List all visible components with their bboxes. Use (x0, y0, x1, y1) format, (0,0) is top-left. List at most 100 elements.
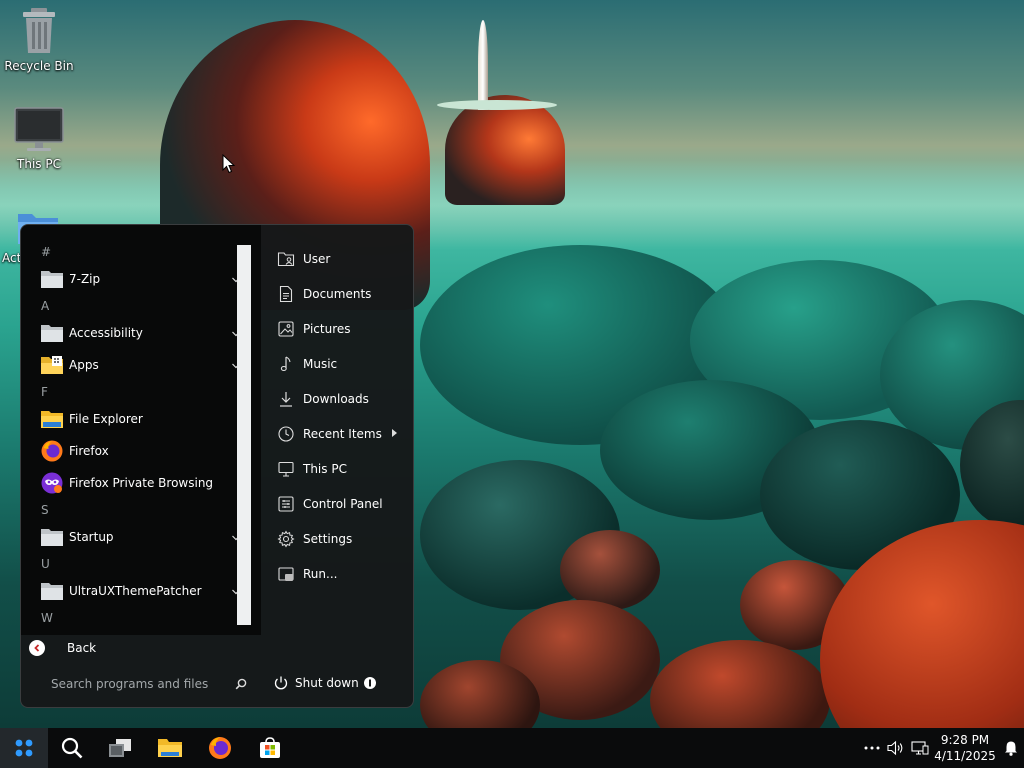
program-group-letter[interactable]: F (21, 381, 251, 403)
download-icon (275, 388, 297, 410)
program-item-file-explorer[interactable]: File Explorer (21, 403, 251, 435)
task-view-icon (109, 739, 131, 757)
gear-icon (275, 528, 297, 550)
place-label: Control Panel (303, 496, 383, 511)
back-arrow-icon (29, 640, 45, 656)
folder-icon (39, 578, 65, 604)
place-label: Music (303, 356, 338, 371)
taskbar-firefox[interactable] (196, 728, 244, 768)
program-item-accessibility[interactable]: Accessibility (21, 317, 251, 349)
folder-icon (39, 266, 65, 292)
desktop-icon-this-pc[interactable]: This PC (1, 106, 77, 171)
program-item-firefox[interactable]: Firefox (21, 435, 251, 467)
shutdown-button[interactable]: Shut down (273, 671, 359, 695)
program-label: Accessibility (69, 326, 143, 340)
start-button[interactable] (0, 728, 48, 768)
taskbar-search-button[interactable] (48, 728, 96, 768)
store-icon (260, 737, 280, 758)
program-label: 7-Zip (69, 272, 101, 286)
file-explorer-icon (158, 739, 182, 757)
search-input[interactable] (51, 677, 233, 691)
search-icon (61, 737, 83, 759)
place-item-run[interactable]: Run... (271, 556, 413, 591)
back-button[interactable]: Back (29, 635, 96, 661)
file-explorer-icon (39, 406, 65, 432)
place-item-downloads[interactable]: Downloads (271, 381, 413, 416)
system-tray: 9:28 PM 4/11/2025 (860, 728, 1024, 768)
place-item-documents[interactable]: Documents (271, 276, 413, 311)
program-group-letter[interactable]: S (21, 499, 251, 521)
speaker-icon (887, 740, 903, 756)
place-label: Pictures (303, 321, 351, 336)
place-item-recent-items[interactable]: Recent Items (271, 416, 413, 451)
bell-icon (1005, 741, 1017, 756)
program-item-apps[interactable]: Apps (21, 349, 251, 381)
notifications-button[interactable] (998, 728, 1024, 768)
picture-icon (275, 318, 297, 340)
network-button[interactable] (908, 728, 932, 768)
power-icon (274, 676, 288, 690)
place-label: User (303, 251, 331, 266)
network-icon (911, 741, 929, 755)
back-label: Back (67, 641, 97, 655)
folder-icon (39, 524, 65, 550)
place-item-music[interactable]: Music (271, 346, 413, 381)
place-label: Recent Items (303, 426, 382, 441)
taskbar-file-explorer[interactable] (146, 728, 194, 768)
program-label: Firefox Private Browsing (69, 476, 214, 490)
places-list: User Documents Pictures Music Downloads Recen… (271, 241, 413, 591)
document-icon (275, 283, 297, 305)
task-view-button[interactable] (96, 728, 144, 768)
place-label: This PC (303, 461, 347, 476)
more-dots-icon (864, 746, 880, 750)
taskbar: 9:28 PM 4/11/2025 (0, 728, 1024, 768)
program-group-letter[interactable]: W (21, 607, 251, 629)
volume-button[interactable] (884, 728, 908, 768)
desktop-icon-label: Recycle Bin (4, 59, 74, 73)
control-panel-icon (275, 493, 297, 515)
program-label: Startup (69, 530, 114, 544)
program-label: Firefox (69, 444, 109, 458)
place-item-user[interactable]: User (271, 241, 413, 276)
program-list-scrollbar[interactable] (237, 245, 251, 625)
desktop-icon-recycle-bin[interactable]: Recycle Bin (1, 6, 77, 73)
program-group-letter[interactable]: A (21, 295, 251, 317)
program-group-letter[interactable]: # (21, 241, 251, 263)
clock[interactable]: 9:28 PM 4/11/2025 (932, 728, 998, 768)
folder-icon (39, 320, 65, 346)
place-label: Run... (303, 566, 338, 581)
start-icon (15, 739, 33, 757)
program-label: UltraUXThemePatcher (69, 584, 202, 598)
program-item-ultrauxthemepatcher[interactable]: UltraUXThemePatcher (21, 575, 251, 607)
place-item-this-pc[interactable]: This PC (271, 451, 413, 486)
desktop-icon-label: This PC (17, 157, 61, 171)
place-label: Settings (303, 531, 353, 546)
run-icon (275, 563, 297, 585)
program-item-7-zip[interactable]: 7-Zip (21, 263, 251, 295)
program-item-startup[interactable]: Startup (21, 521, 251, 553)
shutdown-label: Shut down (295, 676, 359, 690)
submenu-arrow-icon (392, 429, 397, 437)
show-hidden-icons-button[interactable] (860, 728, 884, 768)
program-label: File Explorer (69, 412, 143, 426)
program-list-content: #7-Zip A Accessibility Apps F File Explorer Fi… (21, 241, 251, 635)
program-item-firefox-private-browsing[interactable]: Firefox Private Browsing (21, 467, 251, 499)
program-list[interactable]: #7-Zip A Accessibility Apps F File Explorer Fi… (21, 225, 261, 635)
clock-date: 4/11/2025 (934, 749, 996, 763)
place-item-settings[interactable]: Settings (271, 521, 413, 556)
mouse-cursor (222, 154, 236, 174)
firefox-icon (209, 737, 231, 759)
place-item-pictures[interactable]: Pictures (271, 311, 413, 346)
place-label: Downloads (303, 391, 369, 406)
search-icon[interactable] (233, 676, 249, 692)
taskbar-store[interactable] (246, 728, 294, 768)
program-group-letter[interactable]: U (21, 553, 251, 575)
apps-folder-icon (39, 352, 65, 378)
program-label: Apps (69, 358, 99, 372)
shutdown-options-icon[interactable] (363, 676, 377, 690)
place-item-control-panel[interactable]: Control Panel (271, 486, 413, 521)
clock-time: 9:28 PM (940, 733, 990, 747)
search-box[interactable] (51, 673, 249, 695)
user-folder-icon (275, 248, 297, 270)
recycle-bin-icon (23, 8, 55, 53)
